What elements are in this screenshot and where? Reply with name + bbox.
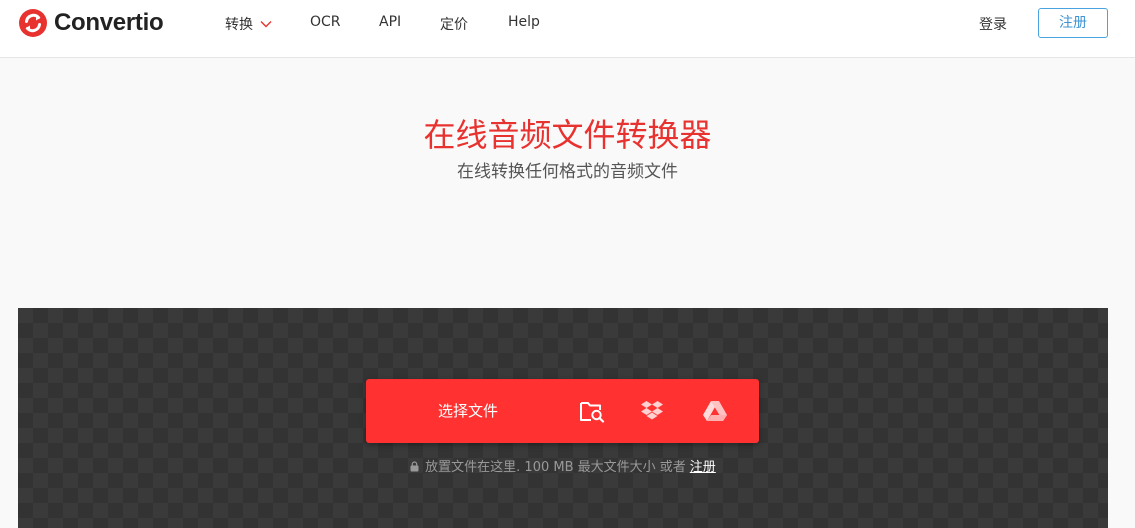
nav-help[interactable]: Help: [508, 14, 540, 30]
upload-bar: 选择文件: [366, 379, 759, 443]
page-subtitle: 在线转换任何格式的音频文件: [457, 162, 678, 182]
google-drive-icon[interactable]: [702, 399, 728, 423]
lock-icon: [410, 461, 419, 472]
folder-search-icon[interactable]: [579, 399, 605, 423]
nav-ocr[interactable]: OCR: [310, 14, 341, 30]
nav-convert-label: 转换: [225, 17, 253, 33]
signup-button[interactable]: 注册: [1038, 8, 1108, 38]
choose-files-button[interactable]: 选择文件: [366, 379, 570, 443]
nav-pricing[interactable]: 定价: [440, 14, 468, 34]
upload-hint: 放置文件在这里. 100 MB 最大文件大小 或者 注册: [18, 458, 1108, 478]
top-header: Convertio 转换 OCR API 定价 Help 登录 注册: [0, 0, 1135, 58]
file-dropzone[interactable]: 选择文件 放置文件在这里. 100 MB 最大文件大小 或者 注册: [18, 308, 1108, 528]
convertio-logo-icon: [19, 9, 47, 37]
page-title: 在线音频文件转换器: [423, 116, 712, 154]
logo-text: Convertio: [54, 9, 164, 36]
nav-convert-dropdown[interactable]: 转换: [225, 14, 272, 34]
convertio-logo[interactable]: Convertio: [18, 8, 164, 38]
hint-signup-link[interactable]: 注册: [690, 460, 716, 475]
upload-hint-text: 放置文件在这里. 100 MB 最大文件大小 或者: [425, 460, 686, 475]
login-link[interactable]: 登录: [979, 14, 1007, 34]
dropbox-icon[interactable]: [639, 399, 665, 423]
nav-api[interactable]: API: [379, 14, 401, 30]
chevron-down-icon: [260, 21, 272, 28]
